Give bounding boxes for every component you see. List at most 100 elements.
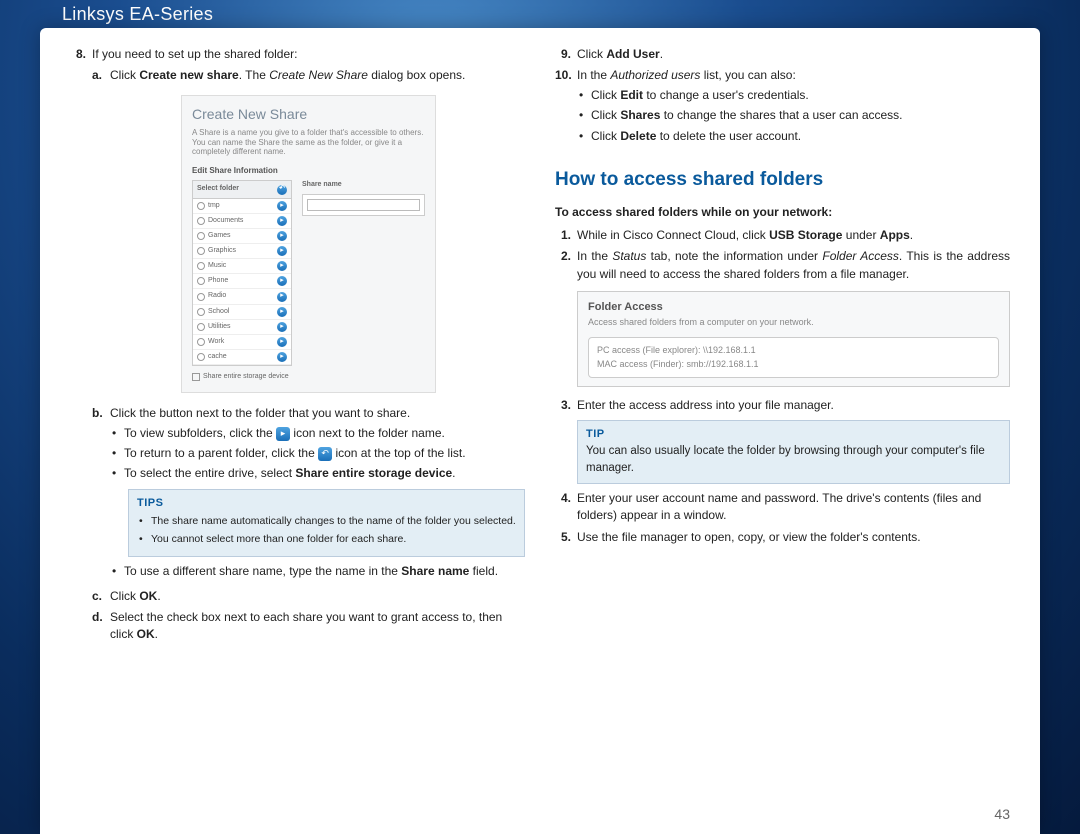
folder-access-sub: Access shared folders from a computer on… — [588, 316, 999, 329]
bullet-text: . — [452, 466, 455, 480]
s1-bold2: Apps — [880, 228, 910, 242]
step-8c-bold: OK — [139, 589, 157, 603]
bullet-text: To return to a parent folder, click the — [124, 446, 318, 460]
expand-icon: ▸ — [277, 231, 287, 241]
folder-row: tmp — [208, 201, 220, 211]
step-1-number: 1. — [555, 227, 577, 244]
bullet-text: To select the entire drive, select — [124, 466, 295, 480]
back-icon: ↶ — [277, 185, 287, 195]
bullet-text: field. — [469, 564, 498, 578]
bullet-text: Click — [591, 88, 620, 102]
step-8d-post: . — [155, 627, 158, 641]
step-9-number: 9. — [555, 46, 577, 63]
step-9-pre: Click — [577, 47, 606, 61]
s2-italic2: Folder Access — [822, 249, 899, 263]
bullet-text: icon next to the folder name. — [290, 426, 445, 440]
expand-icon: ▸ — [277, 292, 287, 302]
step-8a-bold: Create new share — [139, 68, 238, 82]
share-name-input — [307, 199, 420, 211]
step-8b-number: b. — [92, 405, 110, 583]
expand-icon: ▸ — [277, 261, 287, 271]
step-8d-bold: OK — [137, 627, 155, 641]
right-column: 9. Click Add User. 10. In the Authorized… — [555, 46, 1010, 814]
step-8c-post: . — [157, 589, 160, 603]
folder-access-box: Folder Access Access shared folders from… — [577, 291, 1010, 387]
edit-share-label: Edit Share Information — [192, 165, 425, 177]
step-8c-number: c. — [92, 588, 110, 605]
s2-italic: Status — [612, 249, 646, 263]
step-10-pre: In the — [577, 68, 610, 82]
s2-pre: In the — [577, 249, 612, 263]
dialog-title: Create New Share — [192, 104, 425, 124]
bullet-text: To view subfolders, click the — [124, 426, 276, 440]
bullet-bold: Share name — [401, 564, 469, 578]
folder-row: Work — [208, 337, 224, 347]
select-folder-header: Select folder — [197, 184, 239, 194]
step-8a-italic: Create New Share — [269, 68, 368, 82]
s4-text: Enter your user account name and passwor… — [577, 490, 1010, 525]
step-10-post: list, you can also: — [700, 68, 795, 82]
bullet-text: icon at the top of the list. — [332, 446, 465, 460]
step-8d-number: d. — [92, 609, 110, 644]
step-10-number: 10. — [555, 67, 577, 148]
tip-item: You cannot select more than one folder f… — [137, 532, 516, 547]
step-2-number: 2. — [555, 248, 577, 283]
step-5-number: 5. — [555, 529, 577, 546]
tips-box: TIPS The share name automatically change… — [128, 489, 525, 557]
step-8a-after: dialog box opens. — [368, 68, 465, 82]
mac-access: MAC access (Finder): smb://192.168.1.1 — [597, 358, 990, 372]
bullet-bold: Share entire storage device — [295, 466, 452, 480]
folder-row: Radio — [208, 291, 226, 301]
document-page: 8. If you need to set up the shared fold… — [40, 28, 1040, 834]
step-8-text: If you need to set up the shared folder: — [92, 47, 297, 61]
step-10-italic: Authorized users — [610, 68, 700, 82]
step-8a-number: a. — [92, 67, 110, 84]
folder-row: cache — [208, 352, 227, 362]
folder-row: Games — [208, 231, 231, 241]
step-9-post: . — [660, 47, 663, 61]
dialog-subtitle: A Share is a name you give to a folder t… — [192, 128, 425, 157]
folder-row: Graphics — [208, 246, 236, 256]
tip-item: The share name automatically changes to … — [137, 514, 516, 529]
create-new-share-dialog: Create New Share A Share is a name you g… — [181, 95, 436, 394]
bullet-text: To use a different share name, type the … — [124, 564, 401, 578]
step-8d-pre: Select the check box next to each share … — [110, 610, 502, 641]
section-intro: To access shared folders while on your n… — [555, 204, 1010, 221]
step-9-bold: Add User — [606, 47, 659, 61]
step-8b-text: Click the button next to the folder that… — [110, 406, 410, 420]
tips-title: TIPS — [137, 496, 516, 512]
expand-icon: ▸ — [277, 352, 287, 362]
step-3-number: 3. — [555, 397, 577, 414]
share-name-label: Share name — [302, 180, 425, 190]
step-8a-pre: Click — [110, 68, 139, 82]
folder-table: Select folder ↶ tmp ▸ Documents ▸ Games ▸ G… — [192, 180, 292, 366]
folder-row: Phone — [208, 276, 228, 286]
folder-row: Documents — [208, 216, 243, 226]
s3-text: Enter the access address into your file … — [577, 397, 1010, 414]
s1-mid: under — [842, 228, 879, 242]
expand-icon: ▸ — [277, 201, 287, 211]
bullet-bold: Shares — [620, 108, 660, 122]
step-8-number: 8. — [70, 46, 92, 648]
parent-folder-icon: ↶ — [318, 447, 332, 461]
expand-icon: ▸ — [277, 307, 287, 317]
left-column: 8. If you need to set up the shared fold… — [70, 46, 525, 814]
page-header: Linksys EA-Series — [62, 4, 213, 25]
share-entire-checkbox — [192, 373, 200, 381]
folder-row: Utilities — [208, 322, 231, 332]
share-entire-label: Share entire storage device — [203, 372, 289, 382]
s1-bold: USB Storage — [769, 228, 842, 242]
bullet-text: Click — [591, 129, 620, 143]
folder-row: Music — [208, 261, 226, 271]
step-4-number: 4. — [555, 490, 577, 525]
folder-access-title: Folder Access — [588, 300, 999, 316]
s1-pre: While in Cisco Connect Cloud, click — [577, 228, 769, 242]
subfolder-icon: ▸ — [276, 427, 290, 441]
expand-icon: ▸ — [277, 337, 287, 347]
step-8c-pre: Click — [110, 589, 139, 603]
expand-icon: ▸ — [277, 246, 287, 256]
expand-icon: ▸ — [277, 276, 287, 286]
folder-row: School — [208, 307, 229, 317]
tip-text: You can also usually locate the folder b… — [586, 443, 1001, 476]
expand-icon: ▸ — [277, 322, 287, 332]
